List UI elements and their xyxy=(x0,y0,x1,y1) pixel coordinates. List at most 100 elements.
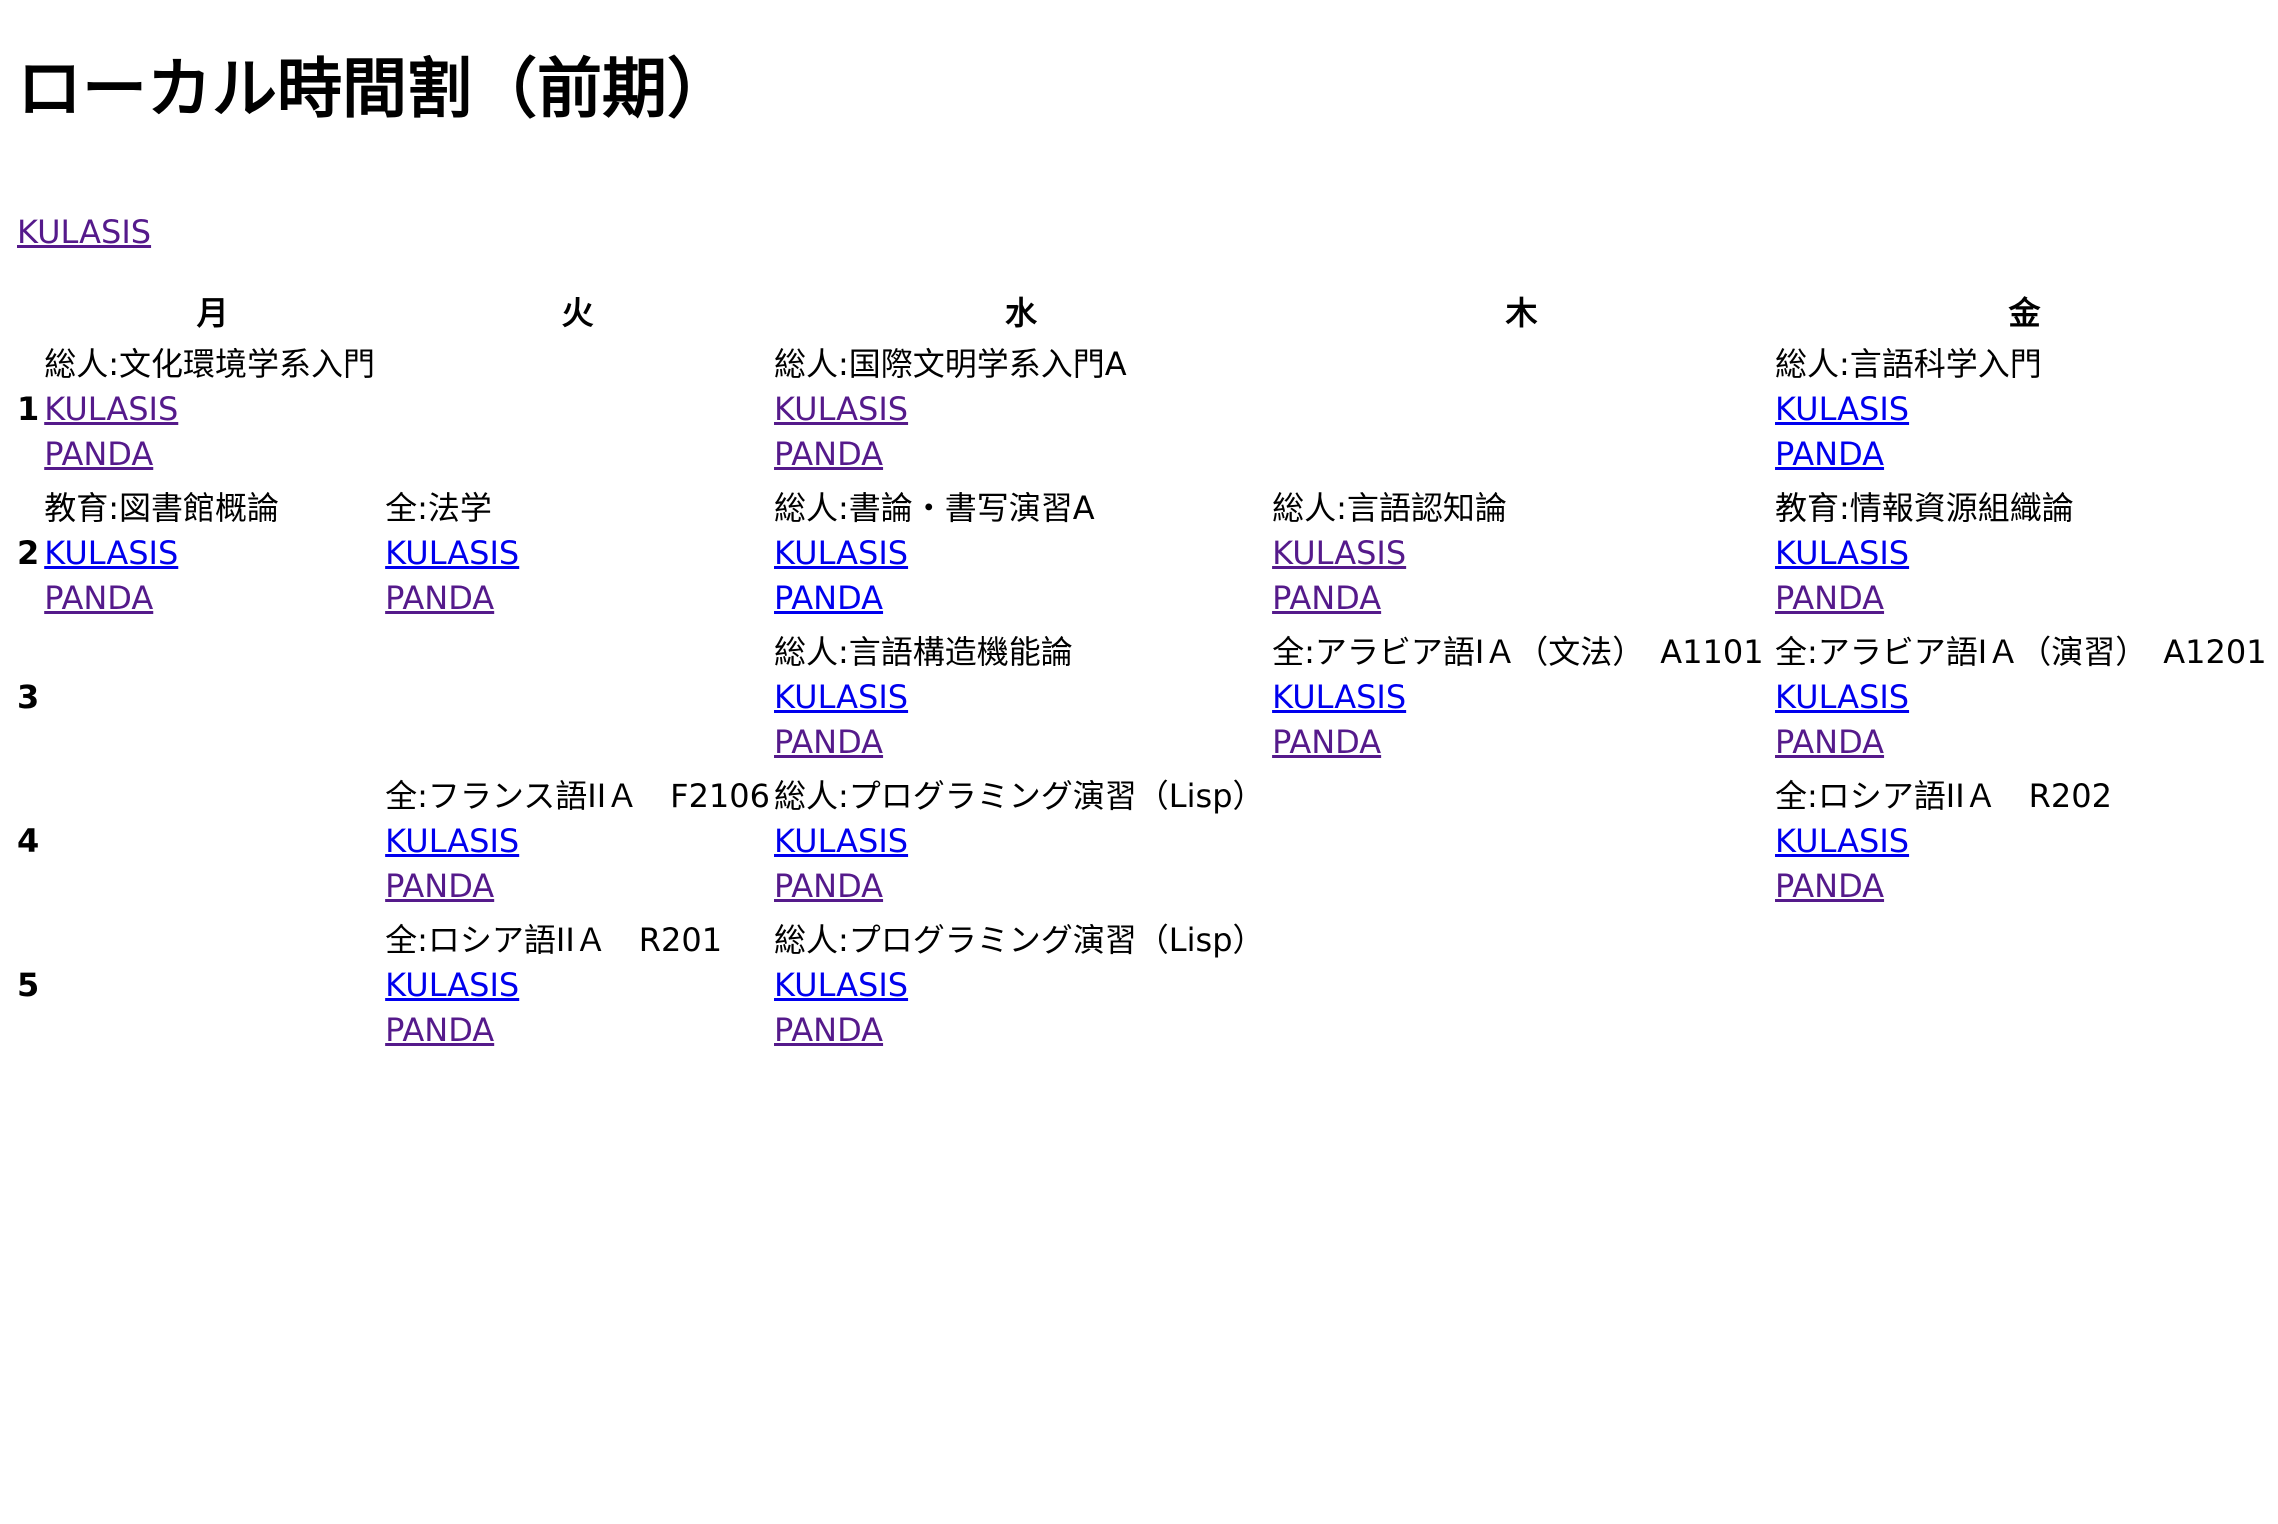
course-title: 総人:言語科学入門 xyxy=(1775,345,2042,383)
panda-link[interactable]: PANDA xyxy=(385,576,770,621)
panda-link[interactable]: PANDA xyxy=(44,576,381,621)
panda-link[interactable]: PANDA xyxy=(1775,576,2274,621)
course-title: 全:アラビア語ⅠＡ（文法） A1101 xyxy=(1272,633,1764,671)
page: ローカル時間割（前期） KULASIS 月 火 水 木 金 1 総人:文化環境学系… xyxy=(0,0,2278,1524)
kulasis-link[interactable]: KULASIS xyxy=(1272,531,1771,576)
course-entry: 総人:言語科学入門 KULASIS PANDA xyxy=(1775,341,2274,477)
kulasis-link[interactable]: KULASIS xyxy=(1775,675,2274,720)
kulasis-link[interactable]: KULASIS xyxy=(774,675,1268,720)
course-entry: 全:ロシア語IIＡ R202 KULASIS PANDA xyxy=(1775,773,2274,909)
day-header-wed: 水 xyxy=(1005,294,1038,332)
cell-mon xyxy=(44,769,381,913)
kulasis-link[interactable]: KULASIS xyxy=(44,387,381,432)
course-title: 総人:言語認知論 xyxy=(1272,489,1507,527)
kulasis-link[interactable]: KULASIS xyxy=(774,387,1268,432)
panda-link[interactable]: PANDA xyxy=(385,864,770,909)
cell-tue: 全:フランス語IIＡ F2106 KULASIS PANDA xyxy=(385,769,770,913)
period-row: 4 全:フランス語IIＡ F2106 KULASIS PANDA 総人:プログラミング演… xyxy=(17,769,2274,913)
period-row: 5 全:ロシア語IIＡ R201 KULASIS PANDA 総人:プログラミング演習（… xyxy=(17,913,2274,1057)
cell-mon: 総人:文化環境学系入門 KULASIS PANDA xyxy=(44,337,381,481)
course-entry: 総人:国際文明学系入門A KULASIS PANDA xyxy=(774,341,1268,477)
page-title: ローカル時間割（前期） xyxy=(17,52,733,127)
course-title: 全:フランス語IIＡ F2106 xyxy=(385,777,771,815)
period-label: 1 xyxy=(17,390,40,428)
cell-tue: 全:ロシア語IIＡ R201 KULASIS PANDA xyxy=(385,913,770,1057)
panda-link[interactable]: PANDA xyxy=(1775,864,2274,909)
cell-wed: 総人:プログラミング演習（Lisp） KULASIS PANDA xyxy=(774,769,1268,913)
cell-fri: 全:アラビア語ⅠＡ（演習） A1201 KULASIS PANDA xyxy=(1775,625,2274,769)
kulasis-link[interactable]: KULASIS xyxy=(1775,387,2274,432)
timetable-body: 1 総人:文化環境学系入門 KULASIS PANDA 総人:国際文明学系入門A KULA… xyxy=(17,337,2274,1057)
panda-link[interactable]: PANDA xyxy=(1272,576,1771,621)
kulasis-link[interactable]: KULASIS xyxy=(1775,819,2274,864)
cell-fri: 全:ロシア語IIＡ R202 KULASIS PANDA xyxy=(1775,769,2274,913)
cell-fri xyxy=(1775,913,2274,1057)
cell-mon xyxy=(44,913,381,1057)
period-label: 4 xyxy=(17,822,40,860)
period-row: 3 総人:言語構造機能論 KULASIS PANDA 全:アラビア語ⅠＡ（文法） A11… xyxy=(17,625,2274,769)
panda-link[interactable]: PANDA xyxy=(385,1008,770,1053)
cell-thu xyxy=(1272,769,1771,913)
day-header-tue: 火 xyxy=(561,294,594,332)
cell-thu xyxy=(1272,337,1771,481)
kulasis-link[interactable]: KULASIS xyxy=(385,963,770,1008)
course-title: 総人:文化環境学系入門 xyxy=(44,345,375,383)
course-title: 全:法学 xyxy=(385,489,492,527)
cell-mon: 教育:図書館概論 KULASIS PANDA xyxy=(44,481,381,625)
kulasis-link[interactable]: KULASIS xyxy=(774,963,1268,1008)
panda-link[interactable]: PANDA xyxy=(1272,720,1771,765)
course-entry: 総人:プログラミング演習（Lisp） KULASIS PANDA xyxy=(774,773,1268,909)
cell-thu: 全:アラビア語ⅠＡ（文法） A1101 KULASIS PANDA xyxy=(1272,625,1771,769)
course-title: 総人:書論・書写演習A xyxy=(774,489,1095,527)
kulasis-link[interactable]: KULASIS xyxy=(385,531,770,576)
course-title: 全:ロシア語IIＡ R202 xyxy=(1775,777,2112,815)
course-title: 教育:図書館概論 xyxy=(44,489,279,527)
panda-link[interactable]: PANDA xyxy=(1775,720,2274,765)
panda-link[interactable]: PANDA xyxy=(44,432,381,477)
cell-wed: 総人:国際文明学系入門A KULASIS PANDA xyxy=(774,337,1268,481)
course-entry: 教育:情報資源組織論 KULASIS PANDA xyxy=(1775,485,2274,621)
cell-thu: 総人:言語認知論 KULASIS PANDA xyxy=(1272,481,1771,625)
kulasis-top-link[interactable]: KULASIS xyxy=(17,213,151,251)
kulasis-link[interactable]: KULASIS xyxy=(1775,531,2274,576)
cell-fri: 総人:言語科学入門 KULASIS PANDA xyxy=(1775,337,2274,481)
course-title: 全:アラビア語ⅠＡ（演習） A1201 xyxy=(1775,633,2267,671)
cell-tue xyxy=(385,337,770,481)
panda-link[interactable]: PANDA xyxy=(774,864,1268,909)
course-entry: 全:法学 KULASIS PANDA xyxy=(385,485,770,621)
course-entry: 総人:プログラミング演習（Lisp） KULASIS PANDA xyxy=(774,917,1268,1053)
period-label: 3 xyxy=(17,678,40,716)
cell-wed: 総人:書論・書写演習A KULASIS PANDA xyxy=(774,481,1268,625)
course-entry: 総人:書論・書写演習A KULASIS PANDA xyxy=(774,485,1268,621)
panda-link[interactable]: PANDA xyxy=(1775,432,2274,477)
course-entry: 総人:文化環境学系入門 KULASIS PANDA xyxy=(44,341,381,477)
day-header-fri: 金 xyxy=(2008,294,2041,332)
period-label: 2 xyxy=(17,534,40,572)
panda-link[interactable]: PANDA xyxy=(774,720,1268,765)
panda-link[interactable]: PANDA xyxy=(774,1008,1268,1053)
course-entry: 総人:言語認知論 KULASIS PANDA xyxy=(1272,485,1771,621)
course-entry: 全:アラビア語ⅠＡ（文法） A1101 KULASIS PANDA xyxy=(1272,629,1771,765)
course-entry: 全:フランス語IIＡ F2106 KULASIS PANDA xyxy=(385,773,770,909)
kulasis-link[interactable]: KULASIS xyxy=(385,819,770,864)
day-header-mon: 月 xyxy=(196,294,229,332)
kulasis-link[interactable]: KULASIS xyxy=(44,531,381,576)
kulasis-link[interactable]: KULASIS xyxy=(774,819,1268,864)
cell-tue: 全:法学 KULASIS PANDA xyxy=(385,481,770,625)
cell-thu xyxy=(1272,913,1771,1057)
course-title: 総人:言語構造機能論 xyxy=(774,633,1073,671)
kulasis-link[interactable]: KULASIS xyxy=(774,531,1268,576)
timetable: 月 火 水 木 金 1 総人:文化環境学系入門 KULASIS PANDA 総人:国際文… xyxy=(13,285,2278,1057)
panda-link[interactable]: PANDA xyxy=(774,576,1268,621)
cell-fri: 教育:情報資源組織論 KULASIS PANDA xyxy=(1775,481,2274,625)
course-entry: 全:ロシア語IIＡ R201 KULASIS PANDA xyxy=(385,917,770,1053)
panda-link[interactable]: PANDA xyxy=(774,432,1268,477)
course-title: 総人:プログラミング演習（Lisp） xyxy=(774,921,1265,959)
course-title: 総人:国際文明学系入門A xyxy=(774,345,1127,383)
period-label: 5 xyxy=(17,966,40,1004)
course-title: 教育:情報資源組織論 xyxy=(1775,489,2074,527)
cell-mon xyxy=(44,625,381,769)
course-title: 全:ロシア語IIＡ R201 xyxy=(385,921,723,959)
kulasis-link[interactable]: KULASIS xyxy=(1272,675,1771,720)
cell-tue xyxy=(385,625,770,769)
